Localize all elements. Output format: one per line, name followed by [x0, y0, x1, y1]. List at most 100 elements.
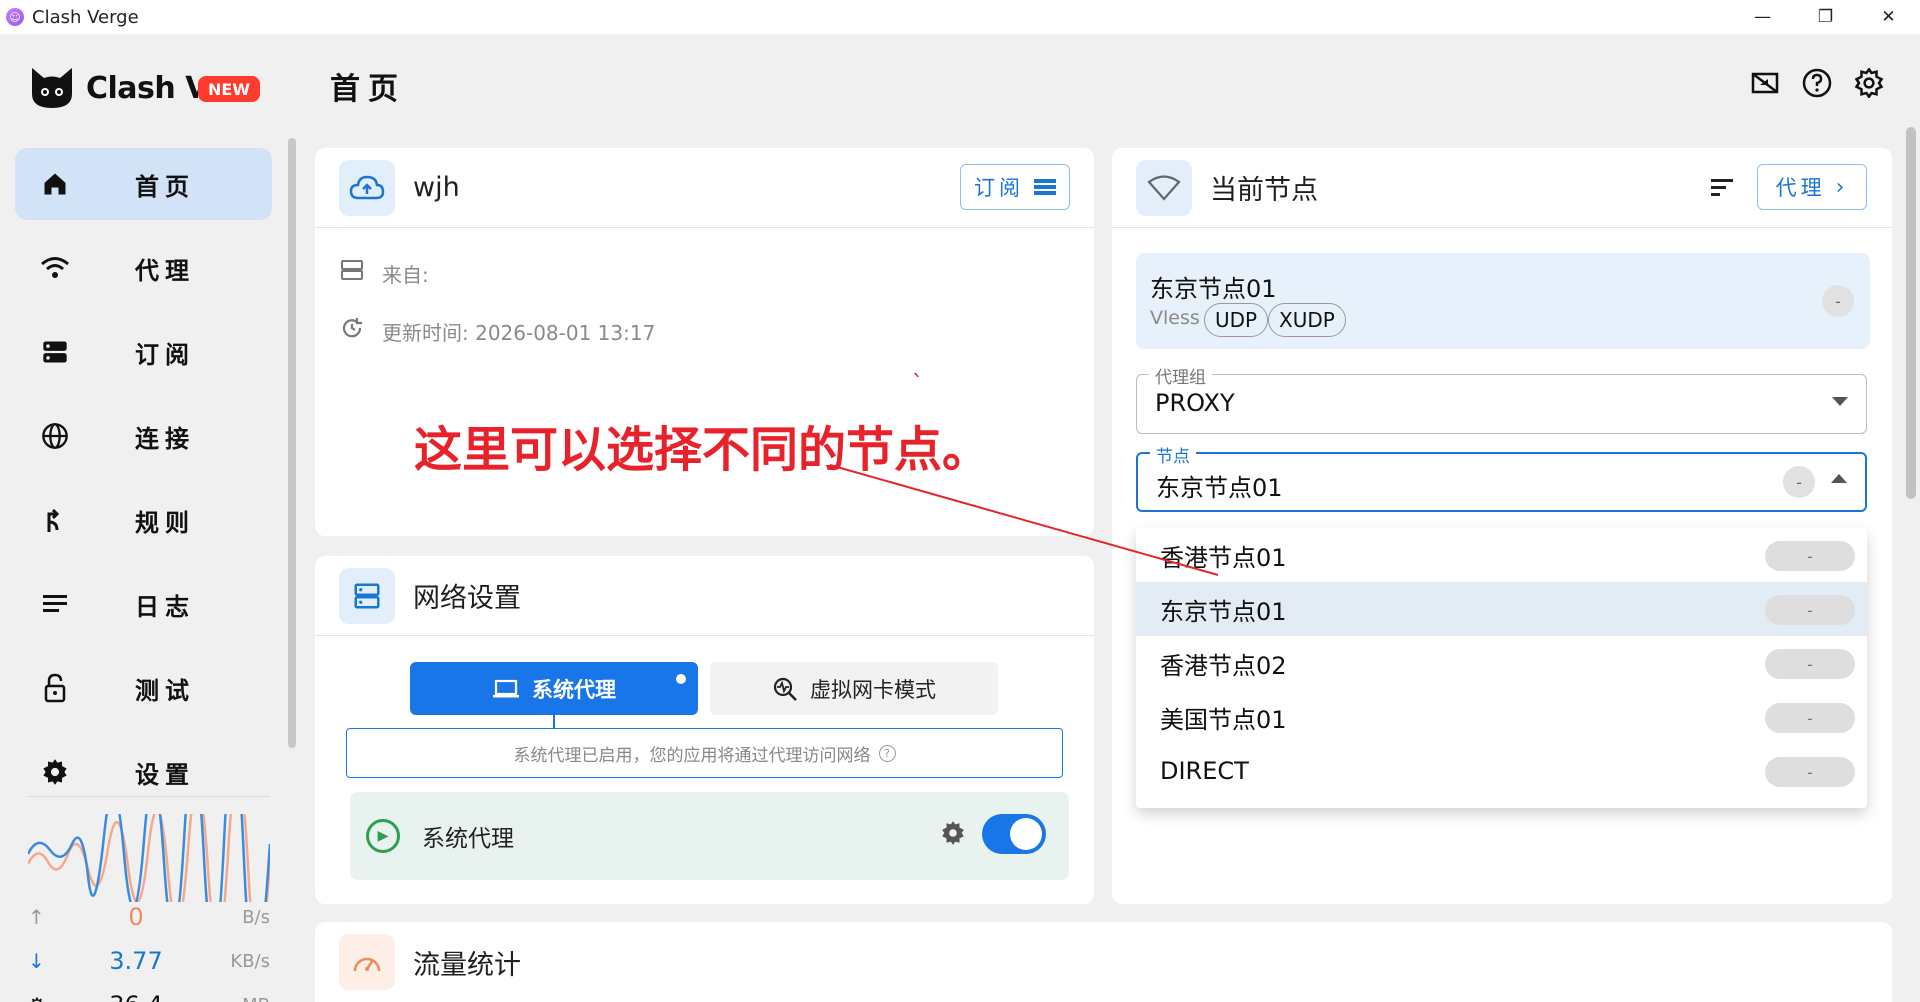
download-traffic-line	[28, 814, 270, 902]
subscription-button-label: 订阅	[974, 176, 1024, 200]
window-title: Clash Verge	[32, 6, 139, 28]
sidebar-item-label: 连接	[135, 424, 195, 453]
node-option-selected[interactable]: 东京节点01 -	[1136, 582, 1867, 636]
sidebar-item-proxy[interactable]: 代理	[15, 232, 272, 304]
current-node-name: 东京节点01	[1150, 275, 1277, 303]
sidebar-item-label: 设置	[135, 760, 195, 789]
chip-icon: ⚙	[28, 993, 56, 1002]
maximize-button[interactable]: ❐	[1794, 0, 1857, 34]
node-card-title: 当前节点	[1210, 175, 1318, 206]
home-icon	[35, 170, 75, 198]
sidebar-item-label: 日志	[135, 592, 195, 621]
sort-icon[interactable]	[1710, 176, 1736, 202]
profile-source-row: 来自:	[340, 258, 429, 288]
header-actions	[1750, 68, 1884, 98]
upload-value: 0	[128, 903, 144, 931]
chevron-right-icon: ›	[1835, 174, 1849, 200]
traffic-stats-card: 流量统计	[315, 922, 1892, 1002]
sidebar-item-label: 测试	[135, 676, 195, 705]
node-option[interactable]: 香港节点01 -	[1136, 528, 1867, 582]
sidebar-item-rules[interactable]: 规则	[15, 484, 272, 556]
system-proxy-label: 系统代理	[422, 826, 514, 852]
mode-switch-icon[interactable]	[1750, 68, 1780, 98]
traffic-graph	[28, 814, 270, 902]
memory-value: 36.4	[56, 991, 216, 1002]
memory-stat: ⚙ 36.4 MB	[28, 988, 270, 1002]
main-scrollbar[interactable]	[1906, 127, 1916, 499]
proxy-settings-icon[interactable]	[940, 820, 966, 853]
sidebar-item-home[interactable]: 首页	[15, 148, 272, 220]
sidebar-item-logs[interactable]: 日志	[15, 568, 272, 640]
node-option-name: DIRECT	[1160, 757, 1249, 785]
sidebar-item-settings[interactable]: 设置	[15, 736, 272, 808]
sidebar: Clash V NEW 首页 代理 订阅 连接 规则 日志 测试 设置 ↑ 0 …	[0, 34, 298, 1002]
proxy-group-value: PROXY	[1155, 389, 1235, 417]
proxy-group-select[interactable]: 代理组 PROXY	[1136, 363, 1867, 434]
wifi-icon	[35, 255, 75, 281]
node-option-name: 香港节点02	[1160, 651, 1287, 680]
sidebar-scrollbar[interactable]	[288, 138, 296, 748]
sidebar-item-profiles[interactable]: 订阅	[15, 316, 272, 388]
node-select-value: 东京节点01	[1156, 474, 1283, 502]
system-proxy-toggle[interactable]	[982, 814, 1046, 854]
node-option[interactable]: 香港节点02 -	[1136, 636, 1867, 690]
node-option-delay[interactable]: -	[1765, 649, 1855, 679]
fork-icon	[35, 506, 75, 534]
node-select-label: 节点	[1150, 442, 1196, 467]
speedometer-icon	[339, 934, 395, 990]
help-icon[interactable]	[1802, 68, 1832, 98]
globe-icon	[35, 422, 75, 450]
arrow-down-icon: ↓	[28, 949, 45, 973]
network-server-icon	[339, 567, 395, 624]
memory-unit: MB	[216, 995, 270, 1002]
node-option-delay[interactable]: -	[1765, 757, 1855, 787]
window-titlebar: ☺ Clash Verge — ❐ ✕	[0, 0, 1920, 34]
sidebar-item-label: 首页	[135, 172, 195, 201]
lock-icon	[35, 673, 75, 703]
app-logo: Clash V NEW	[28, 64, 260, 112]
mode-connector	[553, 715, 555, 729]
node-option[interactable]: 美国节点01 -	[1136, 690, 1867, 744]
laptop-icon	[493, 679, 519, 697]
current-node-delay[interactable]: -	[1822, 285, 1854, 317]
subscription-button[interactable]: 订阅	[960, 164, 1070, 210]
active-dot	[676, 674, 686, 684]
settings-icon[interactable]	[1854, 68, 1884, 98]
sidebar-item-label: 订阅	[135, 340, 195, 369]
udp-chip: UDP	[1204, 303, 1269, 337]
download-unit: KB/s	[230, 950, 270, 972]
sidebar-divider	[28, 796, 270, 797]
upload-unit: B/s	[242, 906, 270, 928]
minimize-button[interactable]: —	[1731, 0, 1794, 34]
info-help-icon[interactable]: ?	[878, 744, 896, 762]
node-option-name: 美国节点01	[1160, 705, 1287, 734]
system-proxy-mode-button[interactable]: 系统代理	[410, 662, 698, 715]
sidebar-item-test[interactable]: 测试	[15, 652, 272, 724]
lines-icon	[35, 593, 75, 615]
server-small-icon	[340, 258, 366, 288]
play-icon: ▶	[366, 819, 400, 853]
node-option-delay[interactable]: -	[1765, 703, 1855, 733]
node-option-name: 东京节点01	[1160, 597, 1287, 626]
close-button[interactable]: ✕	[1857, 0, 1920, 34]
current-node-type: Vless	[1150, 307, 1200, 329]
list-icon	[1034, 179, 1056, 195]
refresh-clock-icon	[340, 316, 366, 346]
node-select-delay[interactable]: -	[1783, 466, 1815, 498]
node-option-delay[interactable]: -	[1765, 595, 1855, 625]
xudp-chip: XUDP	[1268, 303, 1346, 337]
upload-traffic-line	[28, 814, 270, 902]
download-value: 3.77	[109, 947, 163, 975]
node-option-delay[interactable]: -	[1765, 541, 1855, 571]
node-option[interactable]: DIRECT -	[1136, 744, 1867, 798]
node-select[interactable]: 节点 东京节点01 -	[1136, 442, 1867, 512]
app-cat-icon: ☺	[6, 8, 24, 26]
sidebar-item-connections[interactable]: 连接	[15, 400, 272, 472]
wifi-signal-icon	[1136, 159, 1192, 216]
tun-mode-button[interactable]: 虚拟网卡模式	[710, 662, 998, 715]
profile-update-row: 更新时间: 2026-08-01 13:17	[340, 316, 655, 346]
upload-stat: ↑ 0 B/s	[28, 900, 270, 934]
proxy-button[interactable]: 代理 ›	[1757, 164, 1867, 210]
proxy-group-label: 代理组	[1149, 363, 1212, 388]
traffic-card-title: 流量统计	[413, 949, 521, 981]
